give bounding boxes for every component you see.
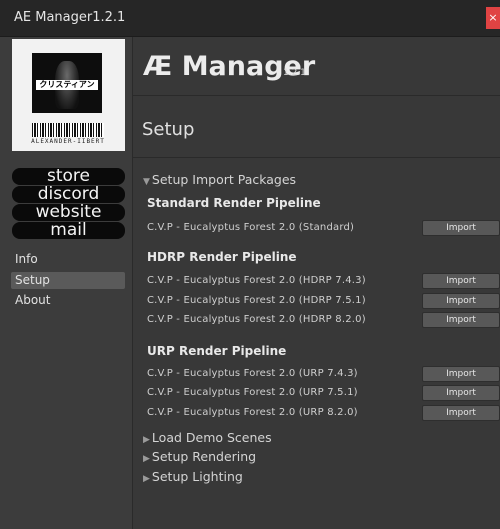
- foldout-label: Setup Import Packages: [151, 172, 297, 187]
- page-heading: Setup: [142, 119, 195, 140]
- foldout-collapsed-icon: ▶: [143, 474, 150, 484]
- store-link-button[interactable]: store: [12, 168, 125, 185]
- foldout-label: Load Demo Scenes: [151, 430, 272, 445]
- package-label: C.V.P - Eucalyptus Forest 2.0 (HDRP 8.2.…: [147, 314, 366, 325]
- foldout-load-demo-scenes[interactable]: ▶ Load Demo Scenes: [143, 430, 272, 445]
- close-button[interactable]: ×: [486, 7, 500, 29]
- section-standard-title: Standard Render Pipeline: [147, 196, 321, 210]
- app-version: 1.2.1: [283, 68, 306, 78]
- package-label: C.V.P - Eucalyptus Forest 2.0 (URP 8.2.0…: [147, 407, 358, 418]
- import-button[interactable]: Import: [422, 312, 500, 328]
- main-panel: Æ Manager 1.2.1 Setup ▼ Setup Import Pack…: [133, 37, 500, 529]
- foldout-collapsed-icon: ▶: [143, 454, 150, 464]
- import-button[interactable]: Import: [422, 220, 500, 236]
- logo: クリスティアン ALEXANDER-IIBERT: [12, 39, 125, 151]
- package-label: C.V.P - Eucalyptus Forest 2.0 (URP 7.4.3…: [147, 368, 358, 379]
- nav-item-about[interactable]: About: [11, 292, 125, 309]
- logo-tag-text: クリスティアン: [36, 80, 98, 90]
- barcode-icon: [32, 123, 104, 137]
- import-button[interactable]: Import: [422, 385, 500, 401]
- foldout-setup-lighting[interactable]: ▶ Setup Lighting: [143, 469, 243, 484]
- heading-divider: [133, 157, 500, 158]
- package-label: C.V.P - Eucalyptus Forest 2.0 (Standard): [147, 222, 355, 233]
- nav-item-info[interactable]: Info: [11, 251, 125, 268]
- section-hdrp-title: HDRP Render Pipeline: [147, 250, 297, 264]
- package-label: C.V.P - Eucalyptus Forest 2.0 (HDRP 7.5.…: [147, 295, 366, 306]
- foldout-collapsed-icon: ▶: [143, 435, 150, 445]
- foldout-label: Setup Lighting: [151, 469, 243, 484]
- import-button[interactable]: Import: [422, 273, 500, 289]
- foldout-label: Setup Rendering: [151, 449, 257, 464]
- sidebar: クリスティアン ALEXANDER-IIBERT store discord w…: [0, 37, 133, 529]
- barcode-text: ALEXANDER-IIBERT: [31, 138, 105, 145]
- import-button[interactable]: Import: [422, 293, 500, 309]
- package-label: C.V.P - Eucalyptus Forest 2.0 (HDRP 7.4.…: [147, 275, 366, 286]
- window-titlebar: AE Manager1.2.1 ×: [0, 0, 500, 37]
- logo-artwork: クリスティアン: [32, 53, 102, 113]
- foldout-setup-import-packages[interactable]: ▼ Setup Import Packages: [143, 172, 296, 187]
- package-label: C.V.P - Eucalyptus Forest 2.0 (URP 7.5.1…: [147, 387, 358, 398]
- import-button[interactable]: Import: [422, 366, 500, 382]
- website-link-button[interactable]: website: [12, 204, 125, 221]
- nav-item-setup[interactable]: Setup: [11, 272, 125, 289]
- foldout-expanded-icon: ▼: [143, 177, 150, 187]
- header-divider: [133, 95, 500, 96]
- mail-link-button[interactable]: mail: [12, 222, 125, 239]
- window-title: AE Manager1.2.1: [14, 10, 126, 25]
- import-button[interactable]: Import: [422, 405, 500, 421]
- discord-link-button[interactable]: discord: [12, 186, 125, 203]
- foldout-setup-rendering[interactable]: ▶ Setup Rendering: [143, 449, 256, 464]
- section-urp-title: URP Render Pipeline: [147, 344, 287, 358]
